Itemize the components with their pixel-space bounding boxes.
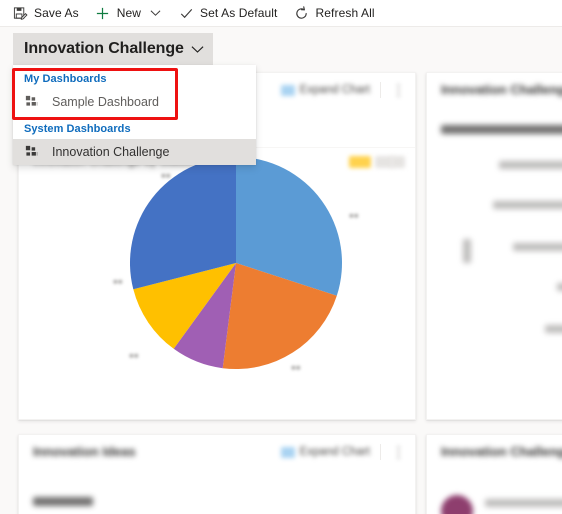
bottom-left-card-title: Innovation Ideas [33,444,136,459]
refresh-all-button[interactable]: Refresh All [286,0,383,26]
bottom-right-card-header: Innovation Challenge [427,435,562,469]
bottom-left-card: Innovation Ideas Expand Chart ⋮ [18,434,416,514]
chevron-down-icon[interactable] [148,6,162,20]
save-as-icon [12,5,28,21]
divider [380,444,381,460]
bottom-left-card-actions: Expand Chart ⋮ [280,443,407,461]
dashboard-icon [24,144,40,160]
bottom-left-card-subrow-label [33,497,93,506]
dashboard-icon [24,94,40,110]
bottom-right-card-title: Innovation Challenge [441,444,562,459]
dropdown-item-label: Sample Dashboard [52,95,160,109]
list-item [441,125,562,134]
pie-label-0: ●● [349,211,359,220]
new-label: New [116,6,142,20]
list-item [499,161,562,169]
set-as-default-button[interactable]: Set As Default [170,0,285,26]
bottom-left-card-header: Innovation Ideas Expand Chart ⋮ [19,435,415,469]
list-item [545,325,562,333]
pie-label-1: ●● [291,363,301,372]
dashboard-page: Save As New Set As Default Refresh All E… [0,0,562,514]
expand-chart-label: Expand Chart [299,84,370,96]
save-as-button[interactable]: Save As [4,0,87,26]
set-as-default-label: Set As Default [200,6,278,20]
pie-chart-svg [129,157,343,370]
right-card-header: Innovation Challenge [427,73,562,107]
dropdown-item-sample-dashboard[interactable]: Sample Dashboard [13,89,256,115]
pie-label-2: ●● [129,351,139,360]
dropdown-item-label: Innovation Challenge [52,145,170,159]
list-item [485,499,562,507]
save-as-label: Save As [34,6,79,20]
refresh-icon [294,5,310,21]
checkmark-icon [178,5,194,21]
command-bar: Save As New Set As Default Refresh All [0,0,562,27]
plus-icon [95,5,111,21]
dashboard-selector-label: Innovation Challenge [24,40,184,57]
dropdown-item-innovation-challenge[interactable]: Innovation Challenge [13,139,256,165]
new-button[interactable]: New [87,0,170,26]
chart-card-actions: Expand Chart ⋮ [280,81,407,99]
dashboard-dropdown-menu: My Dashboards Sample Dashboard System Da… [13,65,256,165]
list-item [557,283,562,291]
pie-label-4: ●● [161,171,171,180]
pie-label-3: ●● [113,277,123,286]
expand-chart-button[interactable]: Expand Chart [280,84,370,96]
divider [380,82,381,98]
expand-chart-label: Expand Chart [299,446,370,458]
right-card: Innovation Challenge [426,72,562,420]
expand-chart-button[interactable]: Expand Chart [280,446,370,458]
refresh-all-label: Refresh All [315,6,375,20]
expand-chart-icon [280,446,295,458]
dropdown-group-my-dashboards-header: My Dashboards [24,73,107,85]
pie-chart: ●● ●● ●● ●● ●● [19,151,417,401]
right-card-title: Innovation Challenge [441,82,562,97]
avatar [441,495,473,514]
avatar [463,239,471,263]
dropdown-group-system-dashboards-header: System Dashboards [24,123,131,135]
list-item [513,243,562,251]
bottom-right-card: Innovation Challenge [426,434,562,514]
chevron-down-icon[interactable] [191,45,204,54]
expand-chart-icon [280,84,295,96]
more-options-icon[interactable]: ⋮ [391,81,407,99]
more-options-icon[interactable]: ⋮ [391,443,407,461]
list-item [493,201,562,209]
dashboard-selector-button[interactable]: Innovation Challenge [13,33,213,65]
